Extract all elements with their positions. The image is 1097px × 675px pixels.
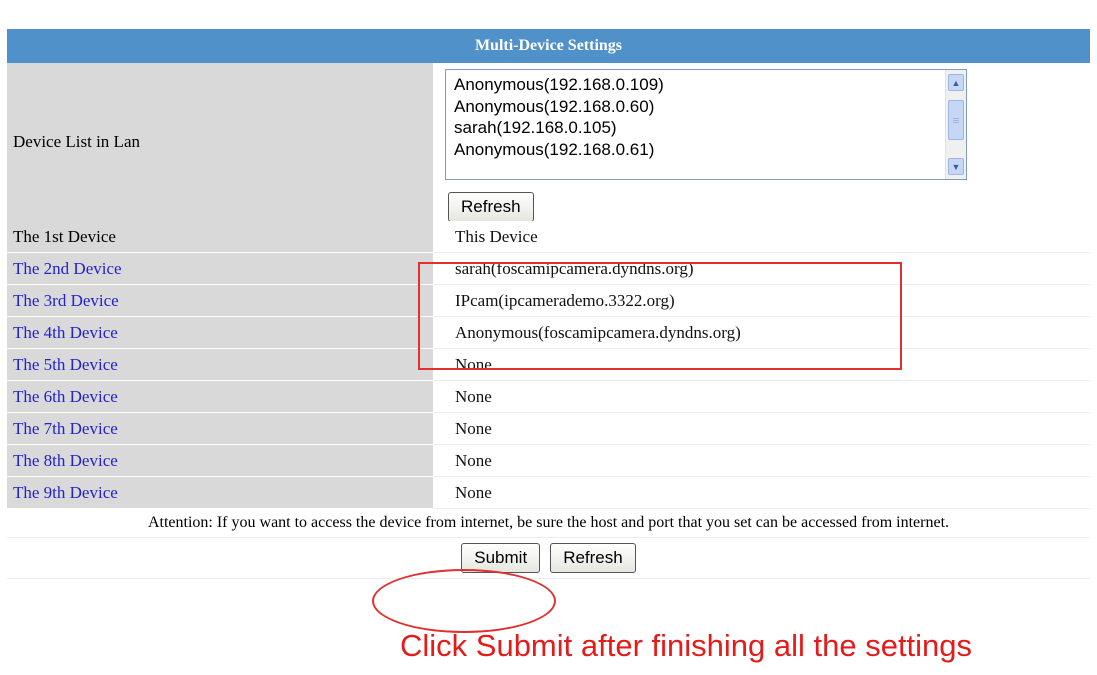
device-list-option[interactable]: Anonymous(192.168.0.61) [446,139,966,161]
device-value: None [433,381,1090,413]
device-listbox[interactable]: Anonymous(192.168.0.109) Anonymous(192.1… [445,69,967,180]
device-list-row: Device List in Lan Anonymous(192.168.0.1… [7,63,1090,222]
highlight-rectangle [418,262,902,370]
device-link[interactable]: The 3rd Device [7,285,433,317]
device-row-6: The 6th Device None [7,381,1090,413]
device-row-9: The 9th Device None [7,477,1090,509]
device-link[interactable]: The 4th Device [7,317,433,349]
device-row-8: The 8th Device None [7,445,1090,477]
device-label: The 1st Device [7,221,433,253]
device-value: This Device [433,221,1090,253]
device-link[interactable]: The 7th Device [7,413,433,445]
refresh-button[interactable]: Refresh [550,543,636,573]
device-list-option[interactable]: sarah(192.168.0.105) [446,117,966,139]
scroll-down-icon[interactable]: ▼ [948,158,964,175]
attention-note: Attention: If you want to access the dev… [7,509,1090,537]
device-value: None [433,413,1090,445]
device-list-options: Anonymous(192.168.0.109) Anonymous(192.1… [446,70,966,160]
annotation-text: Click Submit after finishing all the set… [400,628,973,663]
device-list-label: Device List in Lan [7,63,433,221]
submit-highlight-ellipse [372,569,556,633]
scroll-thumb[interactable] [948,100,964,140]
device-link[interactable]: The 2nd Device [7,253,433,285]
device-list-option[interactable]: Anonymous(192.168.0.60) [446,96,966,118]
device-list-refresh-button[interactable]: Refresh [448,192,534,222]
device-row-7: The 7th Device None [7,413,1090,445]
device-list-scrollbar[interactable]: ▲ ▼ [945,70,966,179]
device-value: None [433,445,1090,477]
device-link[interactable]: The 5th Device [7,349,433,381]
device-link[interactable]: The 8th Device [7,445,433,477]
device-link[interactable]: The 6th Device [7,381,433,413]
device-value: None [433,477,1090,509]
panel-title: Multi-Device Settings [7,29,1090,63]
action-buttons: Submit Refresh [7,537,1090,579]
scroll-up-icon[interactable]: ▲ [948,74,964,91]
device-link[interactable]: The 9th Device [7,477,433,509]
device-row-1: The 1st Device This Device [7,221,1090,253]
device-list-cell: Anonymous(192.168.0.109) Anonymous(192.1… [433,63,1090,222]
device-list-option[interactable]: Anonymous(192.168.0.109) [446,74,966,96]
